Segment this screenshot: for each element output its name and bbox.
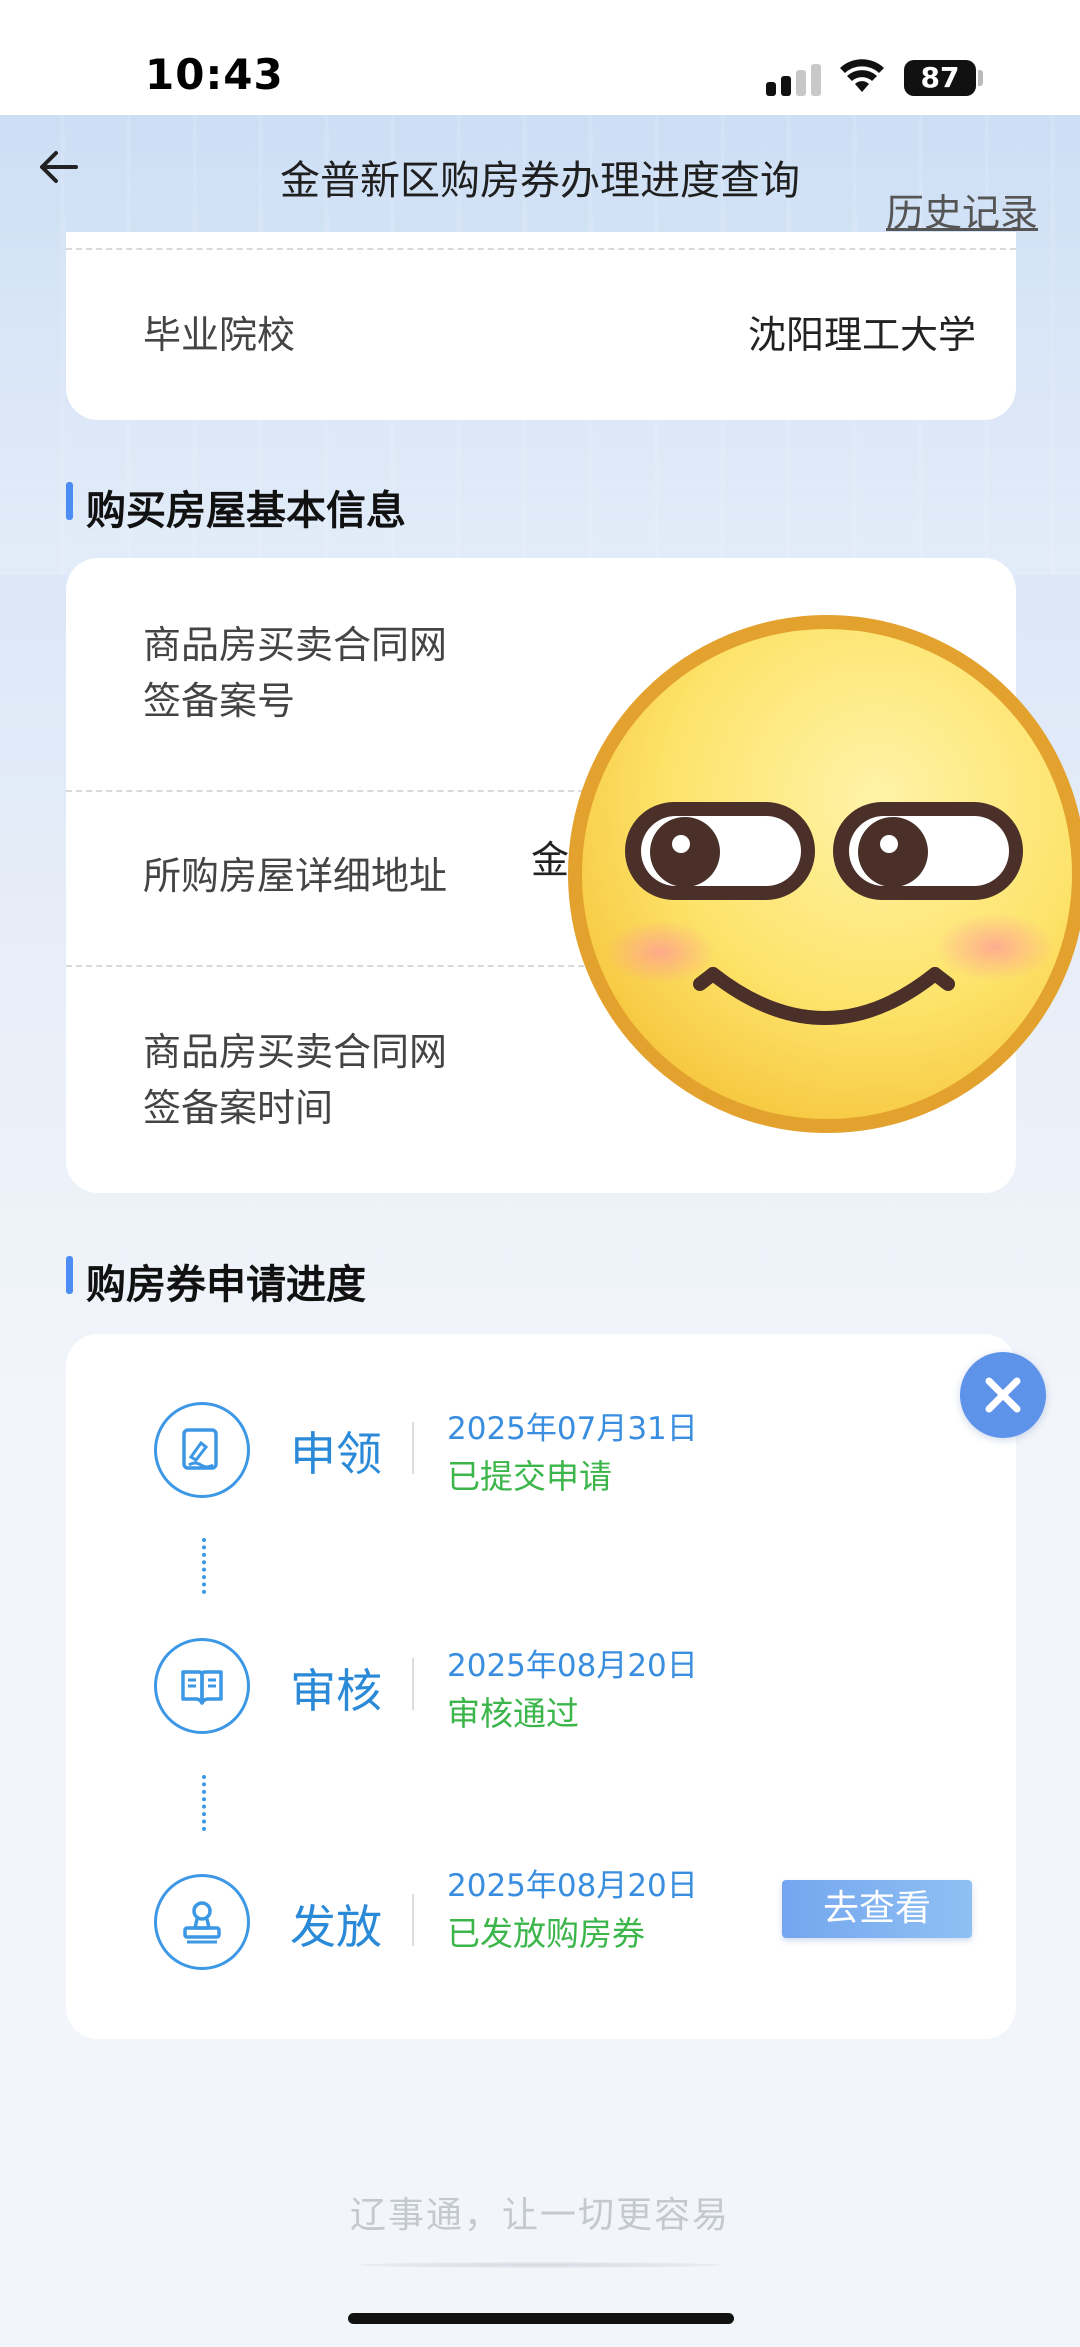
contract-number-label: 商品房买卖合同网签备案号: [143, 623, 448, 723]
step-name-review: 审核: [290, 1664, 382, 1718]
progress-section-title: 购房券申请进度: [86, 1262, 366, 1308]
step-name-issue: 发放: [290, 1900, 382, 1954]
step-separator: [412, 1894, 414, 1946]
step-name-apply: 申领: [290, 1427, 382, 1481]
step-status-review: 审核通过: [447, 1694, 579, 1733]
step-status-apply: 已提交申请: [447, 1457, 612, 1496]
battery-tip: [978, 70, 983, 86]
status-time: 10:43: [145, 50, 284, 99]
section-accent-bar: [66, 482, 73, 520]
book-icon: [154, 1638, 250, 1734]
close-icon: [985, 1377, 1021, 1413]
view-voucher-button[interactable]: 去查看: [782, 1880, 972, 1938]
footer-slogan: 辽事通，让一切更容易: [349, 2195, 730, 2236]
house-info-section-title: 购买房屋基本信息: [86, 488, 406, 534]
close-button[interactable]: [960, 1352, 1046, 1438]
section-accent-bar: [66, 1256, 73, 1294]
step-connector: [202, 1775, 210, 1831]
school-label: 毕业院校: [143, 313, 296, 357]
home-indicator[interactable]: [348, 2313, 734, 2324]
step-separator: [412, 1422, 414, 1474]
address-value: 金: [531, 838, 570, 882]
form-icon: [154, 1402, 250, 1498]
smirk-emoji-sticker: [568, 615, 1080, 1133]
step-status-issue: 已发放购房券: [447, 1914, 645, 1953]
step-date-issue: 2025年08月20日: [447, 1868, 698, 1904]
step-date-apply: 2025年07月31日: [447, 1411, 698, 1447]
address-label: 所购房屋详细地址: [143, 854, 448, 898]
contract-time-label: 商品房买卖合同网签备案时间: [143, 1030, 448, 1130]
school-value: 沈阳理工大学: [748, 313, 977, 357]
cellular-signal-icon: [766, 64, 822, 96]
wifi-icon: [840, 59, 884, 92]
row-divider: [66, 248, 1016, 250]
footer-decoration: [360, 2262, 720, 2268]
history-link[interactable]: 历史记录: [886, 182, 1038, 237]
stamp-icon: [154, 1874, 250, 1970]
step-date-review: 2025年08月20日: [447, 1648, 698, 1684]
battery-indicator: 87: [904, 60, 976, 96]
step-connector: [202, 1538, 210, 1594]
step-separator: [412, 1658, 414, 1710]
